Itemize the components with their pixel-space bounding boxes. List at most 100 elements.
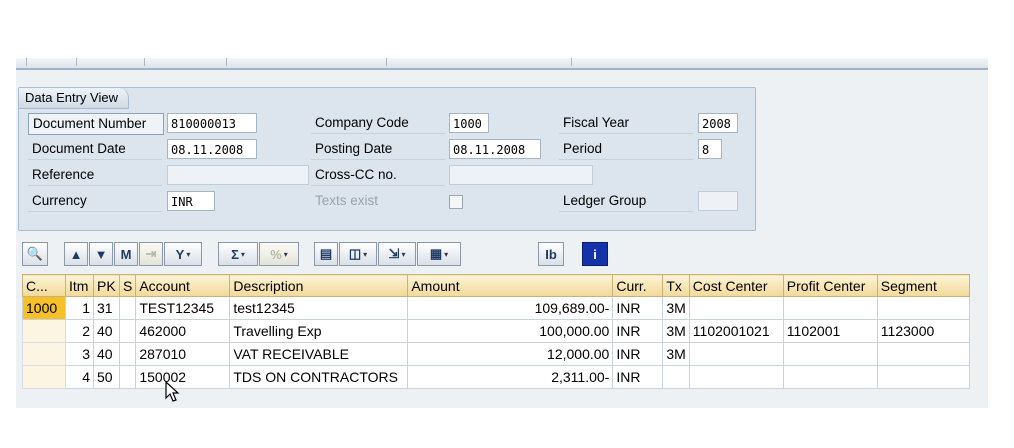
doc-date-field[interactable]: 08.11.2008 <box>167 139 257 159</box>
col-header-cost-center[interactable]: Cost Center <box>688 274 784 297</box>
description-cell: VAT RECEIVABLE <box>229 342 409 366</box>
s-cell <box>118 342 137 366</box>
profit-center-cell <box>782 365 878 389</box>
col-header-s[interactable]: S <box>118 274 137 297</box>
account-cell[interactable]: 462000 <box>135 319 231 343</box>
s-cell <box>118 296 137 320</box>
company-code-cell[interactable]: 1000 <box>22 296 66 320</box>
currency-cell: INR <box>612 296 664 320</box>
doc-date-label: Document Date <box>28 139 162 160</box>
col-header-profit-center[interactable]: Profit Center <box>782 274 878 297</box>
description-cell: TDS ON CONTRACTORS <box>229 365 409 389</box>
find-next-icon[interactable]: ⇥ <box>139 242 163 266</box>
col-header-tax[interactable]: Tx <box>662 274 690 297</box>
item-cell: 4 <box>65 365 94 389</box>
tax-cell: 3M <box>662 319 690 343</box>
grid-toolbar: 🔍 ▲ ▼ M ⇥ Y ▾ Σ ▾ % ▾ ▤ ◫ ▾ ⇲ ▾ ▦ ▾ Ib i <box>22 242 980 270</box>
description-cell: test12345 <box>229 296 409 320</box>
currency-cell: INR <box>612 319 664 343</box>
ledger-group-field[interactable] <box>698 191 738 211</box>
cross-cc-field[interactable] <box>449 165 593 185</box>
profit-center-cell <box>782 296 878 320</box>
fiscal-year-field[interactable]: 2008 <box>698 113 738 133</box>
tax-cell <box>662 365 690 389</box>
print-icon[interactable]: ▤ <box>314 242 338 266</box>
segment-cell: 1123000 <box>876 319 970 343</box>
col-header-currency[interactable]: Curr. <box>612 274 664 297</box>
col-header-posting-key[interactable]: PK <box>93 274 120 297</box>
posting-date-label: Posting Date <box>311 139 445 160</box>
period-label: Period <box>559 139 693 160</box>
profit-center-cell: 1102001 <box>782 319 878 343</box>
doc-number-field[interactable]: 810000013 <box>167 113 257 133</box>
sort-ascending-icon[interactable]: ▲ <box>64 242 88 266</box>
subtotal-icon[interactable]: % ▾ <box>259 242 299 266</box>
total-icon[interactable]: Σ ▾ <box>218 242 258 266</box>
company-code-cell <box>22 319 66 343</box>
amount-cell: 12,000.00 <box>407 342 614 366</box>
amount-cell: 109,689.00- <box>407 296 614 320</box>
cost-center-cell <box>688 296 784 320</box>
col-header-item[interactable]: Itm <box>65 274 94 297</box>
choose-layout-icon[interactable]: Ib <box>538 242 564 266</box>
cost-center-cell <box>688 342 784 366</box>
currency-field[interactable]: INR <box>167 191 215 211</box>
data-entry-view-group: Data Entry View Document Number 81000001… <box>18 87 756 231</box>
tax-cell: 3M <box>662 342 690 366</box>
posting-key-cell: 40 <box>93 342 120 366</box>
currency-cell: INR <box>612 365 664 389</box>
segment-cell <box>876 296 970 320</box>
table-header-row: C... Itm PK S Account Description Amount… <box>22 274 970 297</box>
texts-exist-label: Texts exist <box>315 193 379 208</box>
information-icon[interactable]: i <box>582 242 608 266</box>
company-code-label: Company Code <box>311 113 445 134</box>
amount-cell: 100,000.00 <box>407 319 614 343</box>
table-row[interactable]: 3 40 287010 VAT RECEIVABLE 12,000.00 INR… <box>22 342 970 366</box>
s-cell <box>118 319 137 343</box>
cross-cc-label: Cross-CC no. <box>311 165 445 186</box>
layout-icon[interactable]: ▦ ▾ <box>417 242 461 266</box>
company-code-cell <box>22 342 66 366</box>
currency-cell: INR <box>612 342 664 366</box>
export-icon[interactable]: ⇲ ▾ <box>378 242 416 266</box>
col-header-company[interactable]: C... <box>22 274 66 297</box>
s-cell <box>118 365 137 389</box>
col-header-account[interactable]: Account <box>135 274 231 297</box>
posting-key-cell: 31 <box>93 296 120 320</box>
views-icon[interactable]: ◫ ▾ <box>339 242 377 266</box>
col-header-description[interactable]: Description <box>229 274 409 297</box>
table-row[interactable]: 1000 1 31 TEST12345 test12345 109,689.00… <box>22 296 970 320</box>
account-cell[interactable]: TEST12345 <box>135 296 231 320</box>
col-header-amount[interactable]: Amount <box>407 274 614 297</box>
ledger-group-label: Ledger Group <box>559 191 693 212</box>
posting-date-field[interactable]: 08.11.2008 <box>449 139 541 159</box>
cost-center-cell <box>688 365 784 389</box>
doc-number-label: Document Number <box>28 113 164 135</box>
posting-key-cell: 40 <box>93 319 120 343</box>
item-cell: 3 <box>65 342 94 366</box>
account-cell[interactable]: 287010 <box>135 342 231 366</box>
description-cell: Travelling Exp <box>229 319 409 343</box>
mouse-pointer-icon <box>165 381 180 402</box>
cost-center-cell: 1102001021 <box>688 319 784 343</box>
col-header-segment[interactable]: Segment <box>876 274 970 297</box>
account-cell[interactable]: 150002 <box>135 365 231 389</box>
filter-icon[interactable]: Y ▾ <box>164 242 202 266</box>
reference-label: Reference <box>28 165 162 186</box>
company-code-field[interactable]: 1000 <box>449 113 489 133</box>
period-field[interactable]: 8 <box>698 139 722 159</box>
sort-descending-icon[interactable]: ▼ <box>89 242 113 266</box>
find-icon[interactable]: M <box>114 242 138 266</box>
texts-exist-checkbox[interactable] <box>449 195 463 209</box>
tax-cell: 3M <box>662 296 690 320</box>
line-items-table: C... Itm PK S Account Description Amount… <box>22 274 970 389</box>
company-code-cell <box>22 365 66 389</box>
posting-key-cell: 50 <box>93 365 120 389</box>
amount-cell: 2,311.00- <box>407 365 614 389</box>
details-icon[interactable]: 🔍 <box>22 242 48 266</box>
currency-label: Currency <box>28 191 162 212</box>
top-toolbar-strip <box>16 58 988 70</box>
reference-field[interactable] <box>167 165 309 185</box>
table-row[interactable]: 2 40 462000 Travelling Exp 100,000.00 IN… <box>22 319 970 343</box>
group-title: Data Entry View <box>19 88 129 109</box>
